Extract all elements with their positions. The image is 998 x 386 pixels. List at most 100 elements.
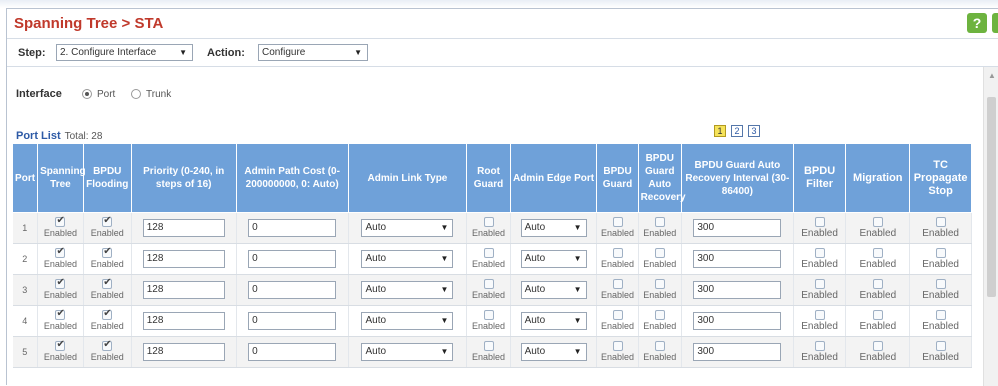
tc-propagate-stop-checkbox[interactable]	[935, 217, 946, 227]
step-select[interactable]: 2. Configure Interface ▼	[56, 44, 193, 61]
scroll-up-icon[interactable]: ▲	[988, 71, 996, 80]
interval-cell: 300	[681, 305, 794, 337]
spanning-tree-checkbox[interactable]	[55, 308, 66, 320]
spanning-tree-checkbox[interactable]	[55, 215, 66, 227]
info-icon[interactable]: ?	[992, 13, 998, 33]
bpdu-filter-checkbox[interactable]	[814, 217, 825, 227]
priority-input[interactable]: 128	[142, 219, 225, 237]
bpdu-guard-checkbox[interactable]	[612, 217, 623, 227]
root-guard-checkbox[interactable]	[483, 310, 494, 320]
edge-port-select[interactable]: Auto ▼	[520, 250, 587, 268]
path-cost-input[interactable]: 0	[248, 219, 337, 237]
root-guard-checkbox[interactable]	[483, 217, 494, 227]
priority-input[interactable]: 128	[142, 281, 225, 299]
path-cost-input[interactable]: 0	[248, 281, 337, 299]
spanning-tree-checkbox[interactable]	[55, 339, 66, 351]
path-cost-input[interactable]: 0	[248, 250, 337, 268]
bpdu-flooding-checkbox[interactable]	[102, 246, 113, 258]
priority-input[interactable]: 128	[142, 250, 225, 268]
tc-propagate-stop-cell: Enabled	[909, 243, 972, 275]
bpdu-filter-checkbox[interactable]	[814, 248, 825, 258]
tc-propagate-stop-checkbox[interactable]	[935, 279, 946, 289]
bpdu-flooding-wrap: Enabled	[86, 308, 129, 332]
interval-input[interactable]: 300	[693, 343, 782, 361]
link-type-select[interactable]: Auto ▼	[361, 250, 454, 268]
root-guard-wrap: Enabled	[469, 217, 507, 239]
priority-cell: 128	[131, 305, 237, 337]
spanning-tree-checkbox[interactable]	[55, 277, 66, 289]
root-guard-checkbox[interactable]	[483, 248, 494, 258]
col-bpdu-guard: BPDU Guard	[596, 143, 639, 213]
migration-checkbox[interactable]	[872, 310, 883, 320]
edge-port-cell: Auto ▼	[510, 305, 598, 337]
interval-input[interactable]: 300	[693, 219, 782, 237]
interval-input[interactable]: 300	[693, 312, 782, 330]
bpdu-filter-checkbox[interactable]	[814, 341, 825, 351]
bpdu-guard-auto-recovery-checkbox[interactable]	[654, 217, 665, 227]
link-type-select[interactable]: Auto ▼	[361, 343, 454, 361]
bpdu-filter-checkbox[interactable]	[814, 310, 825, 320]
col-port: Port	[11, 143, 39, 213]
link-type-select[interactable]: Auto ▼	[361, 281, 454, 299]
root-guard-checkbox[interactable]	[483, 341, 494, 351]
tc-propagate-stop-label: Enabled	[922, 259, 959, 270]
priority-input[interactable]: 128	[142, 312, 225, 330]
edge-port-select[interactable]: Auto ▼	[520, 343, 587, 361]
path-cost-input[interactable]: 0	[248, 343, 337, 361]
bpdu-guard-auto-recovery-checkbox[interactable]	[654, 310, 665, 320]
bpdu-filter-checkbox[interactable]	[814, 279, 825, 289]
link-type-cell: Auto ▼	[348, 274, 468, 306]
bpdu-guard-checkbox[interactable]	[612, 341, 623, 351]
edge-port-select[interactable]: Auto ▼	[520, 281, 587, 299]
tc-propagate-stop-checkbox[interactable]	[935, 310, 946, 320]
interval-input[interactable]: 300	[693, 281, 782, 299]
migration-checkbox[interactable]	[872, 279, 883, 289]
table-header-row: Port Spanning Tree BPDU Flooding Priorit…	[11, 143, 972, 213]
bpdu-guard-auto-recovery-checkbox[interactable]	[654, 248, 665, 258]
page-1-link[interactable]: 1	[714, 125, 726, 137]
link-type-select[interactable]: Auto ▼	[361, 312, 454, 330]
bpdu-flooding-checkbox[interactable]	[102, 215, 113, 227]
edge-port-select[interactable]: Auto ▼	[520, 312, 587, 330]
tc-propagate-stop-checkbox[interactable]	[935, 341, 946, 351]
migration-checkbox[interactable]	[872, 248, 883, 258]
spanning-tree-checkbox[interactable]	[55, 246, 66, 258]
bpdu-guard-auto-recovery-checkbox[interactable]	[654, 279, 665, 289]
interval-input[interactable]: 300	[693, 250, 782, 268]
path-cost-input[interactable]: 0	[248, 312, 337, 330]
bpdu-flooding-checkbox[interactable]	[102, 308, 113, 320]
link-type-select[interactable]: Auto ▼	[361, 219, 454, 237]
bpdu-guard-auto-recovery-cell: Enabled	[638, 305, 682, 337]
port-radio[interactable]	[82, 89, 92, 99]
migration-checkbox[interactable]	[872, 217, 883, 227]
page-2-link[interactable]: 2	[731, 125, 743, 137]
action-select[interactable]: Configure ▼	[258, 44, 368, 61]
bpdu-flooding-checkbox[interactable]	[102, 277, 113, 289]
bpdu-flooding-checkbox[interactable]	[102, 339, 113, 351]
migration-label: Enabled	[859, 228, 897, 239]
chevron-down-icon: ▼	[440, 285, 449, 294]
link-type-value: Auto	[365, 315, 387, 326]
priority-input[interactable]: 128	[142, 343, 225, 361]
vertical-scrollbar[interactable]: ▲	[983, 67, 998, 386]
bpdu-guard-checkbox[interactable]	[612, 310, 623, 320]
edge-port-select[interactable]: Auto ▼	[520, 219, 587, 237]
help-icon[interactable]: ?	[967, 13, 987, 33]
bpdu-flooding-label: Enabled	[90, 290, 124, 300]
port-radio-label: Port	[97, 89, 116, 100]
root-guard-checkbox[interactable]	[483, 279, 494, 289]
scroll-thumb[interactable]	[987, 97, 996, 297]
bpdu-guard-auto-recovery-checkbox[interactable]	[654, 341, 665, 351]
bpdu-guard-label: Enabled	[601, 352, 635, 362]
migration-checkbox[interactable]	[872, 341, 883, 351]
page-3-link[interactable]: 3	[748, 125, 760, 137]
spanning-tree-label: Enabled	[43, 259, 77, 269]
tc-propagate-stop-checkbox[interactable]	[935, 248, 946, 258]
path-cost-cell: 0	[236, 243, 349, 275]
table-row: 4 Enabled Enabled 128 0 Auto ▼ Enabled Auto ▼ Enab…	[12, 305, 972, 337]
bpdu-guard-auto-recovery-label: Enabled	[643, 352, 677, 362]
bpdu-guard-checkbox[interactable]	[612, 248, 623, 258]
bpdu-guard-checkbox[interactable]	[612, 279, 623, 289]
col-migration: Migration	[845, 143, 911, 213]
trunk-radio[interactable]	[131, 89, 141, 99]
